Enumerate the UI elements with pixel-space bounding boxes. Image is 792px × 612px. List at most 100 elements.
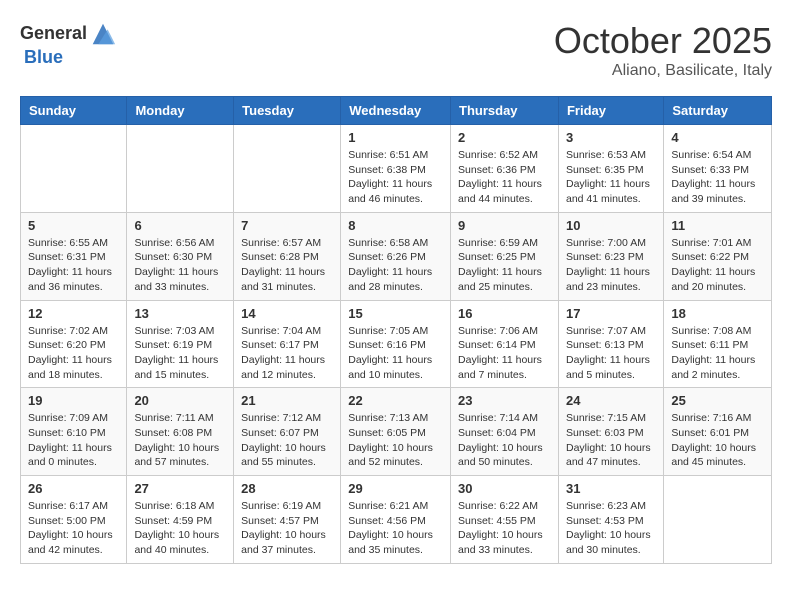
day-number: 8 xyxy=(348,218,443,233)
location-title: Aliano, Basilicate, Italy xyxy=(554,62,772,80)
day-info: Sunrise: 7:04 AM Sunset: 6:17 PM Dayligh… xyxy=(241,324,333,383)
day-info: Sunrise: 6:59 AM Sunset: 6:25 PM Dayligh… xyxy=(458,236,551,295)
calendar-cell xyxy=(21,125,127,213)
day-number: 7 xyxy=(241,218,333,233)
calendar-header-monday: Monday xyxy=(127,97,234,125)
day-info: Sunrise: 6:22 AM Sunset: 4:55 PM Dayligh… xyxy=(458,499,551,558)
logo-blue-text: Blue xyxy=(24,48,117,68)
day-number: 5 xyxy=(28,218,119,233)
day-number: 15 xyxy=(348,306,443,321)
day-number: 23 xyxy=(458,393,551,408)
day-info: Sunrise: 6:57 AM Sunset: 6:28 PM Dayligh… xyxy=(241,236,333,295)
calendar-header-sunday: Sunday xyxy=(21,97,127,125)
day-number: 17 xyxy=(566,306,656,321)
day-number: 16 xyxy=(458,306,551,321)
calendar-cell: 22Sunrise: 7:13 AM Sunset: 6:05 PM Dayli… xyxy=(341,388,451,476)
day-number: 14 xyxy=(241,306,333,321)
calendar-cell: 16 Sunrise: 7:06 AM Sunset: 6:14 PM Dayli… xyxy=(451,300,559,388)
day-info: Sunrise: 7:15 AM Sunset: 6:03 PM Dayligh… xyxy=(566,411,656,470)
calendar-week-row: 5 Sunrise: 6:55 AM Sunset: 6:31 PM Daylig… xyxy=(21,212,772,300)
calendar-cell: 12 Sunrise: 7:02 AM Sunset: 6:20 PM Dayli… xyxy=(21,300,127,388)
calendar-cell: 10 Sunrise: 7:00 AM Sunset: 6:23 PM Dayli… xyxy=(558,212,663,300)
day-number: 31 xyxy=(566,481,656,496)
day-info: Sunrise: 7:13 AM Sunset: 6:05 PM Dayligh… xyxy=(348,411,443,470)
day-info: Sunrise: 6:23 AM Sunset: 4:53 PM Dayligh… xyxy=(566,499,656,558)
calendar-header-saturday: Saturday xyxy=(664,97,772,125)
day-info: Sunrise: 7:03 AM Sunset: 6:19 PM Dayligh… xyxy=(134,324,226,383)
day-number: 6 xyxy=(134,218,226,233)
day-number: 21 xyxy=(241,393,333,408)
calendar-cell: 1Sunrise: 6:51 AM Sunset: 6:38 PM Daylig… xyxy=(341,125,451,213)
day-info: Sunrise: 6:54 AM Sunset: 6:33 PM Dayligh… xyxy=(671,148,764,207)
day-number: 26 xyxy=(28,481,119,496)
calendar-cell: 6Sunrise: 6:56 AM Sunset: 6:30 PM Daylig… xyxy=(127,212,234,300)
calendar-cell: 17 Sunrise: 7:07 AM Sunset: 6:13 PM Dayli… xyxy=(558,300,663,388)
day-info: Sunrise: 7:14 AM Sunset: 6:04 PM Dayligh… xyxy=(458,411,551,470)
calendar-cell: 3 Sunrise: 6:53 AM Sunset: 6:35 PM Daylig… xyxy=(558,125,663,213)
day-number: 12 xyxy=(28,306,119,321)
day-number: 28 xyxy=(241,481,333,496)
day-info: Sunrise: 7:06 AM Sunset: 6:14 PM Dayligh… xyxy=(458,324,551,383)
day-info: Sunrise: 7:07 AM Sunset: 6:13 PM Dayligh… xyxy=(566,324,656,383)
day-number: 4 xyxy=(671,130,764,145)
page-header: General Blue October 2025 Aliano, Basili… xyxy=(20,20,772,80)
day-info: Sunrise: 6:18 AM Sunset: 4:59 PM Dayligh… xyxy=(134,499,226,558)
calendar-cell xyxy=(234,125,341,213)
calendar-header-tuesday: Tuesday xyxy=(234,97,341,125)
day-number: 9 xyxy=(458,218,551,233)
day-info: Sunrise: 6:21 AM Sunset: 4:56 PM Dayligh… xyxy=(348,499,443,558)
calendar-cell: 13 Sunrise: 7:03 AM Sunset: 6:19 PM Dayli… xyxy=(127,300,234,388)
logo: General Blue xyxy=(20,20,117,68)
month-title: October 2025 xyxy=(554,20,772,62)
day-number: 30 xyxy=(458,481,551,496)
calendar-header-wednesday: Wednesday xyxy=(341,97,451,125)
calendar-cell xyxy=(664,476,772,564)
title-block: October 2025 Aliano, Basilicate, Italy xyxy=(554,20,772,80)
calendar-table: SundayMondayTuesdayWednesdayThursdayFrid… xyxy=(20,96,772,564)
day-number: 1 xyxy=(348,130,443,145)
logo-icon xyxy=(89,20,117,48)
day-info: Sunrise: 6:17 AM Sunset: 5:00 PM Dayligh… xyxy=(28,499,119,558)
day-info: Sunrise: 7:00 AM Sunset: 6:23 PM Dayligh… xyxy=(566,236,656,295)
logo-general-text: General xyxy=(20,24,87,44)
calendar-cell: 14 Sunrise: 7:04 AM Sunset: 6:17 PM Dayli… xyxy=(234,300,341,388)
calendar-week-row: 26 Sunrise: 6:17 AM Sunset: 5:00 PM Dayli… xyxy=(21,476,772,564)
day-number: 25 xyxy=(671,393,764,408)
calendar-cell: 18 Sunrise: 7:08 AM Sunset: 6:11 PM Dayli… xyxy=(664,300,772,388)
day-info: Sunrise: 6:58 AM Sunset: 6:26 PM Dayligh… xyxy=(348,236,443,295)
calendar-week-row: 12 Sunrise: 7:02 AM Sunset: 6:20 PM Dayli… xyxy=(21,300,772,388)
day-number: 10 xyxy=(566,218,656,233)
calendar-cell: 7 Sunrise: 6:57 AM Sunset: 6:28 PM Daylig… xyxy=(234,212,341,300)
calendar-header-friday: Friday xyxy=(558,97,663,125)
calendar-cell: 21 Sunrise: 7:12 AM Sunset: 6:07 PM Dayli… xyxy=(234,388,341,476)
calendar-cell: 19 Sunrise: 7:09 AM Sunset: 6:10 PM Dayli… xyxy=(21,388,127,476)
calendar-header-row: SundayMondayTuesdayWednesdayThursdayFrid… xyxy=(21,97,772,125)
day-number: 3 xyxy=(566,130,656,145)
day-info: Sunrise: 6:55 AM Sunset: 6:31 PM Dayligh… xyxy=(28,236,119,295)
day-number: 13 xyxy=(134,306,226,321)
day-info: Sunrise: 7:08 AM Sunset: 6:11 PM Dayligh… xyxy=(671,324,764,383)
day-number: 19 xyxy=(28,393,119,408)
calendar-cell: 24 Sunrise: 7:15 AM Sunset: 6:03 PM Dayli… xyxy=(558,388,663,476)
day-info: Sunrise: 7:09 AM Sunset: 6:10 PM Dayligh… xyxy=(28,411,119,470)
day-info: Sunrise: 7:16 AM Sunset: 6:01 PM Dayligh… xyxy=(671,411,764,470)
day-info: Sunrise: 6:19 AM Sunset: 4:57 PM Dayligh… xyxy=(241,499,333,558)
calendar-cell: 26 Sunrise: 6:17 AM Sunset: 5:00 PM Dayli… xyxy=(21,476,127,564)
day-number: 24 xyxy=(566,393,656,408)
calendar-cell: 30 Sunrise: 6:22 AM Sunset: 4:55 PM Dayli… xyxy=(451,476,559,564)
calendar-cell: 5 Sunrise: 6:55 AM Sunset: 6:31 PM Daylig… xyxy=(21,212,127,300)
day-number: 18 xyxy=(671,306,764,321)
calendar-cell: 15Sunrise: 7:05 AM Sunset: 6:16 PM Dayli… xyxy=(341,300,451,388)
calendar-cell: 11Sunrise: 7:01 AM Sunset: 6:22 PM Dayli… xyxy=(664,212,772,300)
day-info: Sunrise: 6:53 AM Sunset: 6:35 PM Dayligh… xyxy=(566,148,656,207)
day-info: Sunrise: 7:01 AM Sunset: 6:22 PM Dayligh… xyxy=(671,236,764,295)
day-info: Sunrise: 7:11 AM Sunset: 6:08 PM Dayligh… xyxy=(134,411,226,470)
day-info: Sunrise: 7:02 AM Sunset: 6:20 PM Dayligh… xyxy=(28,324,119,383)
day-number: 2 xyxy=(458,130,551,145)
calendar-week-row: 19 Sunrise: 7:09 AM Sunset: 6:10 PM Dayli… xyxy=(21,388,772,476)
calendar-cell: 29Sunrise: 6:21 AM Sunset: 4:56 PM Dayli… xyxy=(341,476,451,564)
day-info: Sunrise: 6:52 AM Sunset: 6:36 PM Dayligh… xyxy=(458,148,551,207)
calendar-cell: 23 Sunrise: 7:14 AM Sunset: 6:04 PM Dayli… xyxy=(451,388,559,476)
day-info: Sunrise: 7:12 AM Sunset: 6:07 PM Dayligh… xyxy=(241,411,333,470)
day-number: 20 xyxy=(134,393,226,408)
